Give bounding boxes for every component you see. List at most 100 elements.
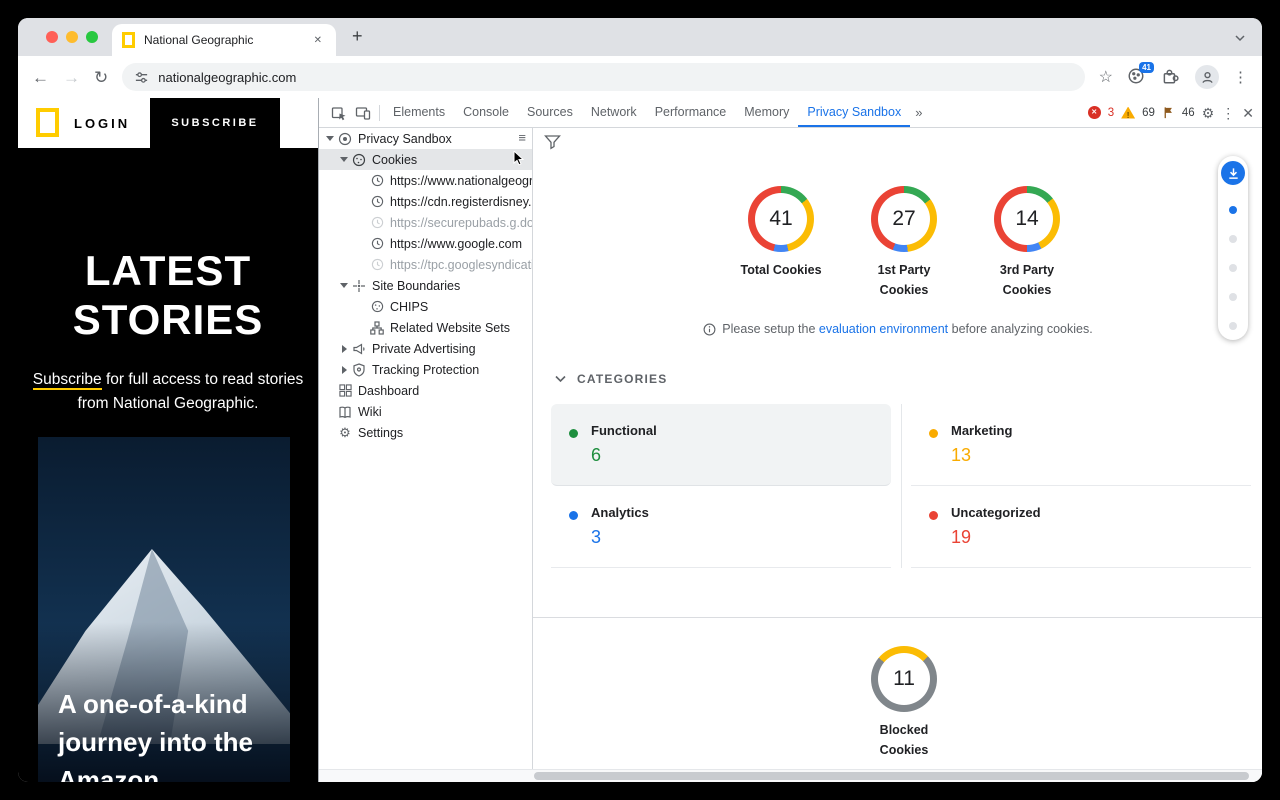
forward-icon[interactable]: → xyxy=(63,69,80,86)
tab-performance[interactable]: Performance xyxy=(646,98,736,127)
clock-icon xyxy=(369,237,385,250)
nav-dot[interactable] xyxy=(1229,206,1237,214)
tree-item-site-boundaries[interactable]: Site Boundaries xyxy=(319,275,532,296)
total-cookies-value: 41 xyxy=(769,207,792,231)
site-settings-icon[interactable] xyxy=(134,70,149,85)
scrollbar-thumb[interactable] xyxy=(534,772,1249,780)
more-tabs-icon[interactable]: » xyxy=(910,105,927,120)
tree-label: Tracking Protection xyxy=(372,363,479,377)
tree-item-chips[interactable]: CHIPS xyxy=(319,296,532,317)
category-uncategorized[interactable]: Uncategorized 19 xyxy=(911,486,1251,568)
tree-label: Dashboard xyxy=(358,384,419,398)
devtools-settings-icon[interactable]: ⚙ xyxy=(1202,106,1215,120)
promo-text: Subscribe for full access to read storie… xyxy=(18,368,318,416)
tree-item-private-advertising[interactable]: Private Advertising xyxy=(319,338,532,359)
tab-network[interactable]: Network xyxy=(582,98,646,127)
horizontal-scrollbar[interactable] xyxy=(319,769,1262,782)
info-prefix: Please setup the xyxy=(722,322,819,336)
close-window-button[interactable] xyxy=(46,31,58,43)
tab-privacy-sandbox[interactable]: Privacy Sandbox xyxy=(798,98,910,127)
reload-icon[interactable]: ↻ xyxy=(94,69,108,86)
new-tab-button[interactable]: + xyxy=(352,26,363,47)
expander-icon[interactable] xyxy=(323,136,337,141)
tree-item-dashboard[interactable]: Dashboard xyxy=(319,380,532,401)
bookmark-star-icon[interactable]: ☆ xyxy=(1099,67,1113,87)
category-functional[interactable]: Functional 6 xyxy=(551,404,891,486)
nav-dot[interactable] xyxy=(1229,235,1237,243)
tab-console[interactable]: Console xyxy=(454,98,518,127)
devtools-close-icon[interactable]: ✕ xyxy=(1242,106,1254,120)
tab-search-chevron-icon[interactable] xyxy=(1234,31,1246,49)
device-toolbar-icon[interactable] xyxy=(351,105,375,121)
browser-menu-icon[interactable]: ⋮ xyxy=(1233,68,1248,86)
subscribe-link[interactable]: Subscribe xyxy=(33,371,102,390)
tree-item-tracking-protection[interactable]: Tracking Protection xyxy=(319,359,532,380)
tab-memory[interactable]: Memory xyxy=(735,98,798,127)
nav-dot[interactable] xyxy=(1229,293,1237,301)
category-count: 3 xyxy=(591,527,601,548)
browser-tab[interactable]: National Geographic ✕ xyxy=(112,24,336,56)
minimize-window-button[interactable] xyxy=(66,31,78,43)
clock-icon xyxy=(369,258,385,271)
section-divider xyxy=(533,617,1262,618)
issues-flag-icon[interactable] xyxy=(1162,106,1175,119)
cookie-url-label: https://www.google.com xyxy=(390,237,522,251)
expander-icon[interactable] xyxy=(337,366,351,374)
cookie-extension-button[interactable]: 41 xyxy=(1127,67,1147,87)
category-analytics[interactable]: Analytics 3 xyxy=(551,486,891,568)
categories-section-header[interactable]: CATEGORIES xyxy=(555,372,667,386)
first-party-cookies-donut: 27 xyxy=(871,186,937,252)
tree-item-cookie-url[interactable]: https://cdn.registerdisney.go.com xyxy=(319,191,532,212)
cookie-url-label: https://www.nationalgeographic.com xyxy=(390,174,532,188)
inspect-element-icon[interactable] xyxy=(327,105,351,121)
tree-item-cookie-url[interactable]: https://securepubads.g.doubleclick.net xyxy=(319,212,532,233)
tree-label: Site Boundaries xyxy=(372,279,460,293)
book-icon xyxy=(337,405,353,419)
profile-avatar[interactable] xyxy=(1195,65,1219,89)
hero-story-card[interactable]: A one-of-a-kind journey into the Amazon xyxy=(38,437,290,782)
download-button[interactable] xyxy=(1221,161,1245,185)
extensions-puzzle-icon[interactable] xyxy=(1161,67,1181,87)
chevron-down-icon[interactable] xyxy=(555,375,566,383)
tree-item-related-website-sets[interactable]: Related Website Sets xyxy=(319,317,532,338)
tree-label: Settings xyxy=(358,426,403,440)
tab-elements[interactable]: Elements xyxy=(384,98,454,127)
tree-label: Private Advertising xyxy=(372,342,476,356)
tree-label: Privacy Sandbox xyxy=(358,132,452,146)
first-party-cookies-label: 1st Party Cookies xyxy=(854,260,954,300)
tree-item-privacy-sandbox[interactable]: Privacy Sandbox ≡ xyxy=(319,128,532,149)
tree-item-settings[interactable]: ⚙ Settings xyxy=(319,422,532,443)
browser-window: National Geographic ✕ + ← → ↻ nationalge… xyxy=(18,18,1262,782)
hero-caption[interactable]: A one-of-a-kind journey into the Amazon xyxy=(58,685,286,782)
tree-collapse-icon[interactable]: ≡ xyxy=(518,130,526,145)
mouse-cursor xyxy=(513,151,526,169)
error-icon[interactable]: ✕ xyxy=(1088,106,1101,119)
expander-icon[interactable] xyxy=(337,345,351,353)
tree-item-cookie-url[interactable]: https://tpc.googlesyndication.com xyxy=(319,254,532,275)
back-icon[interactable]: ← xyxy=(32,69,49,86)
tab-sources[interactable]: Sources xyxy=(518,98,582,127)
subscribe-button[interactable]: SUBSCRIBE xyxy=(150,98,280,148)
expander-icon[interactable] xyxy=(337,157,351,162)
tree-label: CHIPS xyxy=(390,300,428,314)
maximize-window-button[interactable] xyxy=(86,31,98,43)
warning-icon[interactable]: ! xyxy=(1121,107,1135,119)
tree-item-cookie-url[interactable]: https://www.nationalgeographic.com xyxy=(319,170,532,191)
tree-item-cookie-url[interactable]: https://www.google.com xyxy=(319,233,532,254)
tree-item-wiki[interactable]: Wiki xyxy=(319,401,532,422)
natgeo-logo[interactable] xyxy=(36,108,59,137)
first-party-cookies-value: 27 xyxy=(892,207,915,231)
address-bar[interactable]: nationalgeographic.com xyxy=(122,63,1084,91)
nav-dot[interactable] xyxy=(1229,322,1237,330)
login-link[interactable]: LOGIN xyxy=(74,116,130,131)
tab-close-icon[interactable]: ✕ xyxy=(310,33,326,48)
tree-item-cookies[interactable]: Cookies xyxy=(319,149,532,170)
nav-dot[interactable] xyxy=(1229,264,1237,272)
blocked-cookies-label: Blocked Cookies xyxy=(854,720,954,760)
filter-funnel-icon[interactable] xyxy=(544,134,561,150)
expander-icon[interactable] xyxy=(337,283,351,288)
devtools-menu-icon[interactable]: ⋮ xyxy=(1221,106,1235,120)
category-marketing[interactable]: Marketing 13 xyxy=(911,404,1251,486)
category-label: Functional xyxy=(591,423,657,438)
evaluation-environment-link[interactable]: evaluation environment xyxy=(819,322,948,336)
